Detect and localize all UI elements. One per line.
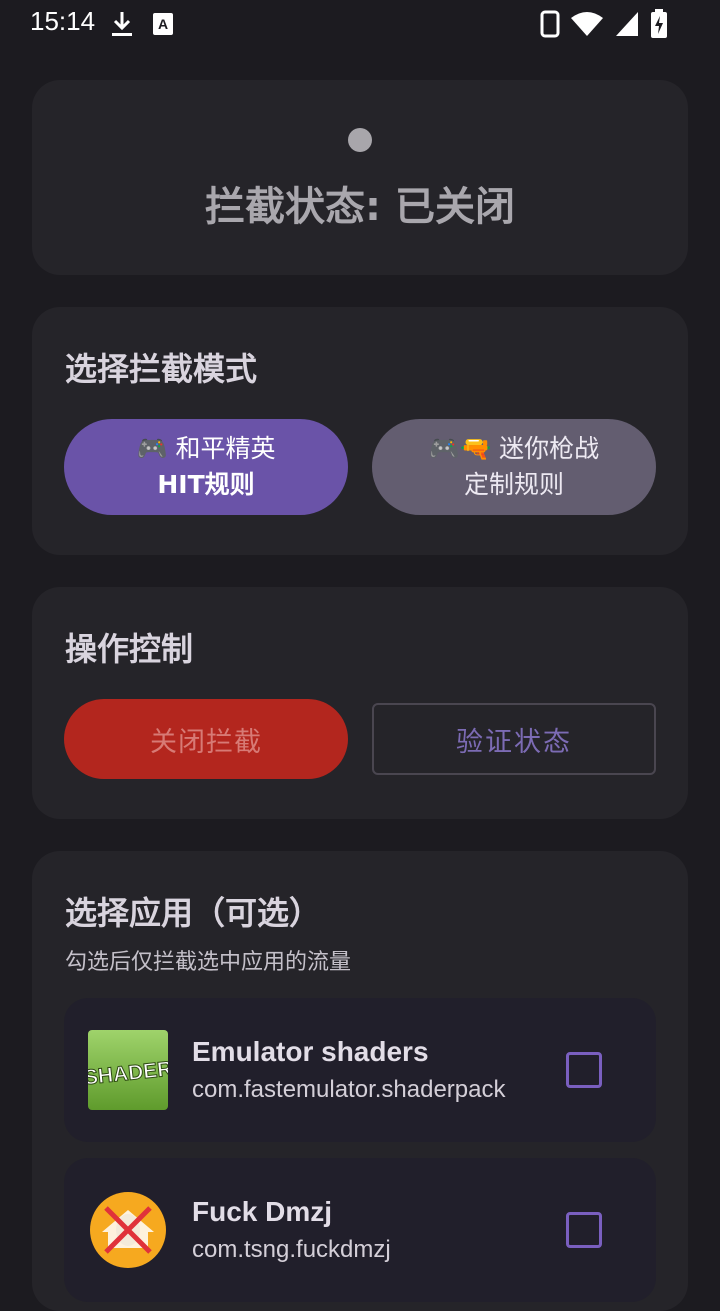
- close-intercept-button[interactable]: 关闭拦截: [64, 699, 348, 779]
- app-package: com.fastemulator.shaderpack: [192, 1076, 506, 1103]
- status-indicator-dot: [348, 128, 372, 152]
- svg-text:A: A: [158, 16, 168, 32]
- keyboard-a-icon: A: [152, 12, 174, 40]
- verify-status-button[interactable]: 验证状态: [372, 703, 656, 775]
- app-package: com.tsng.fuckdmzj: [192, 1236, 391, 1263]
- signal-icon: [614, 10, 640, 42]
- app-list-item[interactable]: Fuck Dmzj com.tsng.fuckdmzj: [64, 1158, 656, 1302]
- mode-peace-elite-label: 🎮 和平精英: [136, 434, 276, 463]
- status-bar: 15:14 A: [0, 0, 720, 48]
- intercept-status-text: 拦截状态: 已关闭: [205, 184, 515, 230]
- apps-section-subtitle: 勾选后仅拦截选中应用的流量: [65, 950, 352, 975]
- shader-app-icon: SHADER: [82, 1030, 174, 1110]
- phone-icon: [540, 10, 560, 42]
- status-time: 15:14: [30, 6, 96, 36]
- wifi-icon: [570, 10, 604, 42]
- apps-section-title: 选择应用（可选）: [65, 894, 322, 932]
- app-select-checkbox[interactable]: [566, 1212, 602, 1248]
- mode-mini-gunfight-label: 🎮🔫 迷你枪战: [428, 434, 600, 463]
- battery-charging-icon: [650, 9, 668, 43]
- mode-peace-elite-rule: HIT规则: [157, 470, 255, 499]
- mode-section-title: 选择拦截模式: [65, 350, 258, 388]
- app-name: Emulator shaders: [192, 1036, 429, 1067]
- app-name: Fuck Dmzj: [192, 1196, 333, 1227]
- app-list-item[interactable]: SHADER Emulator shaders com.fastemulator…: [64, 998, 656, 1142]
- control-section-title: 操作控制: [65, 630, 194, 668]
- mode-mini-gunfight-rule: 定制规则: [463, 470, 564, 499]
- app-select-checkbox[interactable]: [566, 1052, 602, 1088]
- mode-peace-elite-button[interactable]: 🎮 和平精英 HIT规则: [64, 419, 348, 515]
- download-icon: [110, 10, 134, 42]
- mode-mini-gunfight-button[interactable]: 🎮🔫 迷你枪战 定制规则: [372, 419, 656, 515]
- dmzj-app-icon: [88, 1190, 168, 1270]
